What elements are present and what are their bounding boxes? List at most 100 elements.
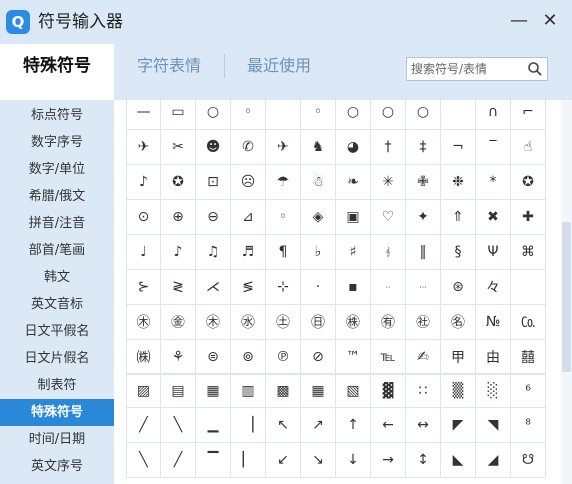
close-button[interactable]: ✕ [539,10,561,32]
symbol-cell[interactable]: ☃ [301,165,336,200]
symbol-cell[interactable]: ↔ [406,408,441,443]
symbol-cell[interactable]: ✆ [231,130,266,165]
sidebar-item-punctuation[interactable]: 标点符号 [0,102,114,129]
symbol-cell[interactable]: ♭ [301,235,336,270]
symbol-cell[interactable]: ☂ [266,165,301,200]
sidebar-item-hiragana[interactable]: 日文平假名 [0,318,114,345]
sidebar-item-number-sequence[interactable]: 数字序号 [0,129,114,156]
symbol-cell[interactable]: ◦ [266,200,301,235]
symbol-cell[interactable]: ✈ [266,130,301,165]
symbol-cell[interactable]: ㊌ [231,305,266,340]
symbol-cell[interactable]: ╱ [161,443,196,478]
symbol-cell[interactable]: — [126,95,161,130]
symbol-cell[interactable]: ♪ [161,235,196,270]
vertical-scrollbar[interactable] [561,100,572,484]
symbol-cell[interactable]: ☝ [511,130,546,165]
symbol-cell[interactable]: ♪ [126,165,161,200]
scrollbar-thumb[interactable] [562,222,571,372]
symbol-cell[interactable]: 由 [476,340,511,375]
symbol-cell[interactable]: ▓ [371,373,406,408]
symbol-cell[interactable]: ↙ [266,443,301,478]
symbol-cell[interactable]: ♩ [126,235,161,270]
symbol-cell[interactable]: → [371,443,406,478]
symbol-cell[interactable]: ♬ [231,235,266,270]
sidebar-item-special-symbols[interactable]: 特殊符号 [0,399,114,426]
symbol-cell[interactable]: ☹ [231,165,266,200]
symbol-cell[interactable]: ≷ [161,270,196,305]
symbol-cell[interactable]: ⊛ [441,270,476,305]
sidebar-item-radicals-strokes[interactable]: 部首/笔画 [0,237,114,264]
sidebar-item-numbers-units[interactable]: 数字/单位 [0,156,114,183]
symbol-cell[interactable]: Ψ [476,235,511,270]
symbol-cell[interactable]: ❧ [336,165,371,200]
symbol-cell[interactable]: ○ [196,95,231,130]
symbol-cell[interactable]: ✪ [161,165,196,200]
symbol-cell[interactable]: ✦ [406,200,441,235]
symbol-cell[interactable]: ✂ [161,130,196,165]
symbol-cell[interactable]: ✙ [406,165,441,200]
symbol-cell[interactable]: ◢ [476,443,511,478]
title-bar[interactable]: Q 符号输入器 — ✕ [0,0,572,44]
symbol-cell[interactable]: ✖ [476,200,511,235]
symbol-cell[interactable]: ㈱ [126,340,161,375]
symbol-cell[interactable]: ↖ [266,408,301,443]
symbol-cell[interactable]: ✳ [371,165,406,200]
symbol-cell[interactable]: ░ [476,373,511,408]
symbol-cell[interactable]: ♡ [371,200,406,235]
symbol-cell[interactable]: ◕ [336,130,371,165]
tab-special-symbols[interactable]: 特殊符号 [0,44,114,100]
symbol-cell[interactable]: ⋌ [196,270,231,305]
symbol-cell[interactable]: ▦ [196,373,231,408]
symbol-cell[interactable]: ◤ [441,408,476,443]
symbol-cell[interactable]: ⁶ [511,373,546,408]
symbol-cell[interactable]: ∷ [406,373,441,408]
symbol-cell[interactable]: ☋ [511,443,546,478]
symbol-cell[interactable]: ▪ [336,270,371,305]
symbol-cell[interactable]: ○ [336,95,371,130]
symbol-cell[interactable]: ⇑ [441,200,476,235]
symbol-cell[interactable]: ╱ [126,408,161,443]
symbol-cell[interactable]: ○ [406,95,441,130]
symbol-cell[interactable]: ▥ [231,373,266,408]
symbol-cell[interactable]: ㊏ [266,305,301,340]
sidebar-item-korean[interactable]: 韩文 [0,264,114,291]
sidebar-item-pinyin-zhuyin[interactable]: 拼音/注音 [0,210,114,237]
tab-recently-used[interactable]: 最近使用 [224,44,334,100]
symbol-cell[interactable]: ▤ [161,373,196,408]
symbol-cell[interactable]: ¶ [266,235,301,270]
symbol-cell[interactable]: ◦ [231,95,266,130]
symbol-cell[interactable]: ⊿ [231,200,266,235]
symbol-cell[interactable]: ㊎ [161,305,196,340]
sidebar-item-english-ordinals[interactable]: 英文序号 [0,453,114,480]
symbol-cell[interactable]: ∩ [476,95,511,130]
symbol-cell[interactable]: · [301,270,336,305]
symbol-cell[interactable]: 甲 [441,340,476,375]
sidebar-item-box-drawing[interactable]: 制表符 [0,372,114,399]
symbol-cell[interactable]: ✈ [126,130,161,165]
symbol-cell[interactable]: ▔ [196,443,231,478]
symbol-cell[interactable]: ⊚ [231,340,266,375]
symbol-cell[interactable]: ↑ [336,408,371,443]
symbol-cell[interactable]: ▦ [301,373,336,408]
minimize-button[interactable]: — [508,10,530,32]
symbol-cell[interactable]: † [371,130,406,165]
search-icon[interactable] [527,61,543,77]
symbol-cell[interactable]: ℗ [266,340,301,375]
symbol-cell[interactable]: ‖ [406,235,441,270]
symbol-cell[interactable]: * [476,165,511,200]
symbol-cell[interactable]: ⊹ [266,270,301,305]
symbol-cell[interactable]: ㊍ [196,305,231,340]
symbol-cell[interactable]: ▧ [336,373,371,408]
symbol-cell[interactable]: ♞ [301,130,336,165]
symbol-cell[interactable]: ⌘ [511,235,546,270]
symbol-cell[interactable]: ▣ [336,200,371,235]
symbol-cell[interactable]: ㏇ [511,305,546,340]
symbol-cell[interactable]: ✪ [511,165,546,200]
symbol-cell[interactable]: ◥ [476,408,511,443]
tab-character-emoticons[interactable]: 字符表情 [114,44,224,100]
symbol-cell[interactable]: 々 [476,270,511,305]
sidebar-item-english-phonetic[interactable]: 英文音标 [0,291,114,318]
search-input[interactable] [407,58,523,80]
sidebar-item-katakana[interactable]: 日文片假名 [0,345,114,372]
symbol-cell[interactable]: ·· [371,270,406,305]
